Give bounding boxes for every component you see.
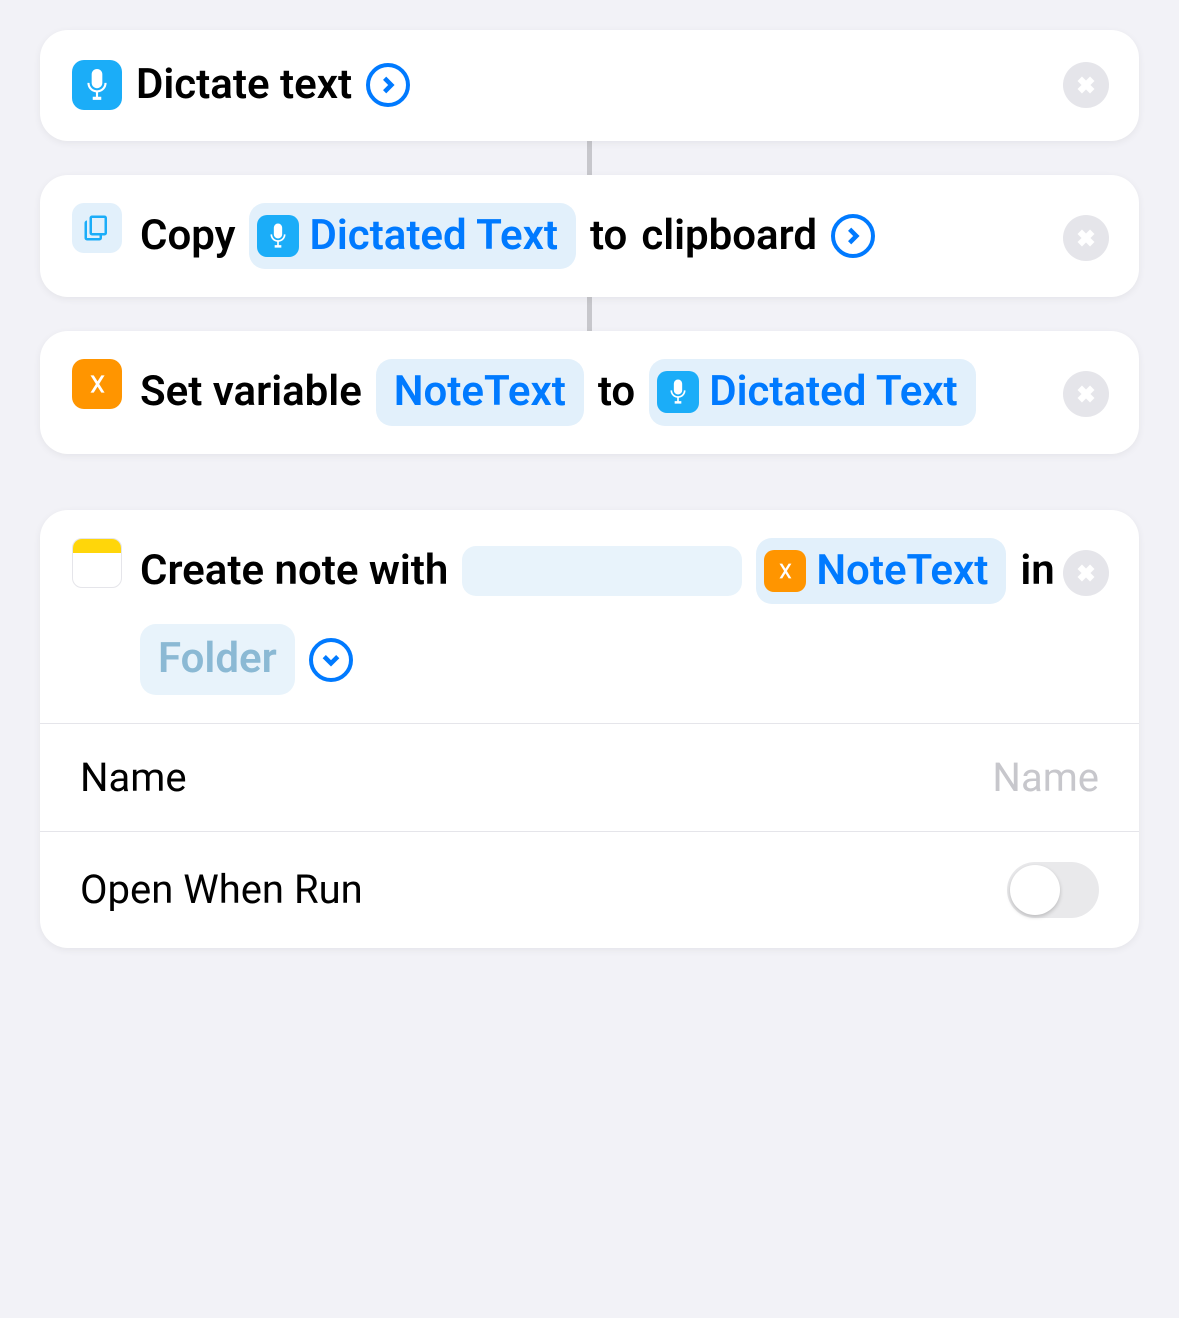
folder-placeholder-token[interactable]: Folder <box>140 624 295 695</box>
dictated-text-token[interactable]: Dictated Text <box>249 203 575 270</box>
connector-line <box>587 141 592 175</box>
action-create-note: Create note with NoteText in Folder <box>40 510 1139 948</box>
notetext-variable-token[interactable]: NoteText <box>756 538 1006 605</box>
connector-line <box>587 297 592 331</box>
param-name-row[interactable]: Name Name <box>40 723 1139 831</box>
action-set-variable: Set variable NoteText to Dictated Text <box>40 331 1139 454</box>
token-label: NoteText <box>394 365 566 420</box>
expand-icon[interactable] <box>831 214 875 258</box>
param-open-label: Open When Run <box>80 866 363 913</box>
expand-icon[interactable] <box>366 63 410 107</box>
action-dictate-text: Dictate text <box>40 30 1139 141</box>
remove-action-button[interactable] <box>1063 215 1109 261</box>
token-label: Dictated Text <box>709 365 957 420</box>
notes-app-icon <box>72 538 122 588</box>
copy-icon <box>72 203 122 253</box>
action-copy-clipboard: Copy Dictated Text to clipboard <box>40 175 1139 298</box>
variable-name-token[interactable]: NoteText <box>376 359 584 426</box>
copy-suffix: clipboard <box>641 209 817 264</box>
note-body-input[interactable] <box>462 546 742 596</box>
action-title: Dictate text <box>136 58 352 113</box>
copy-middle: to <box>590 209 627 264</box>
variable-icon <box>72 359 122 409</box>
token-label: Dictated Text <box>309 209 557 264</box>
param-name-label: Name <box>80 754 187 801</box>
open-when-run-toggle[interactable] <box>1007 862 1099 918</box>
createnote-prefix: Create note with <box>140 544 448 599</box>
microphone-icon <box>257 215 299 257</box>
param-open-row: Open When Run <box>40 831 1139 948</box>
setvar-prefix: Set variable <box>140 365 362 420</box>
param-name-placeholder: Name <box>992 754 1099 801</box>
dictated-text-token[interactable]: Dictated Text <box>649 359 975 426</box>
microphone-icon <box>657 371 699 413</box>
variable-icon <box>764 550 806 592</box>
remove-action-button[interactable] <box>1063 371 1109 417</box>
createnote-in: in <box>1020 544 1054 599</box>
copy-prefix: Copy <box>140 209 235 264</box>
remove-action-button[interactable] <box>1063 550 1109 596</box>
token-label: NoteText <box>816 544 988 599</box>
microphone-icon <box>72 60 122 110</box>
setvar-middle: to <box>598 365 635 420</box>
placeholder-label: Folder <box>158 632 277 687</box>
remove-action-button[interactable] <box>1063 62 1109 108</box>
collapse-icon[interactable] <box>309 638 353 682</box>
